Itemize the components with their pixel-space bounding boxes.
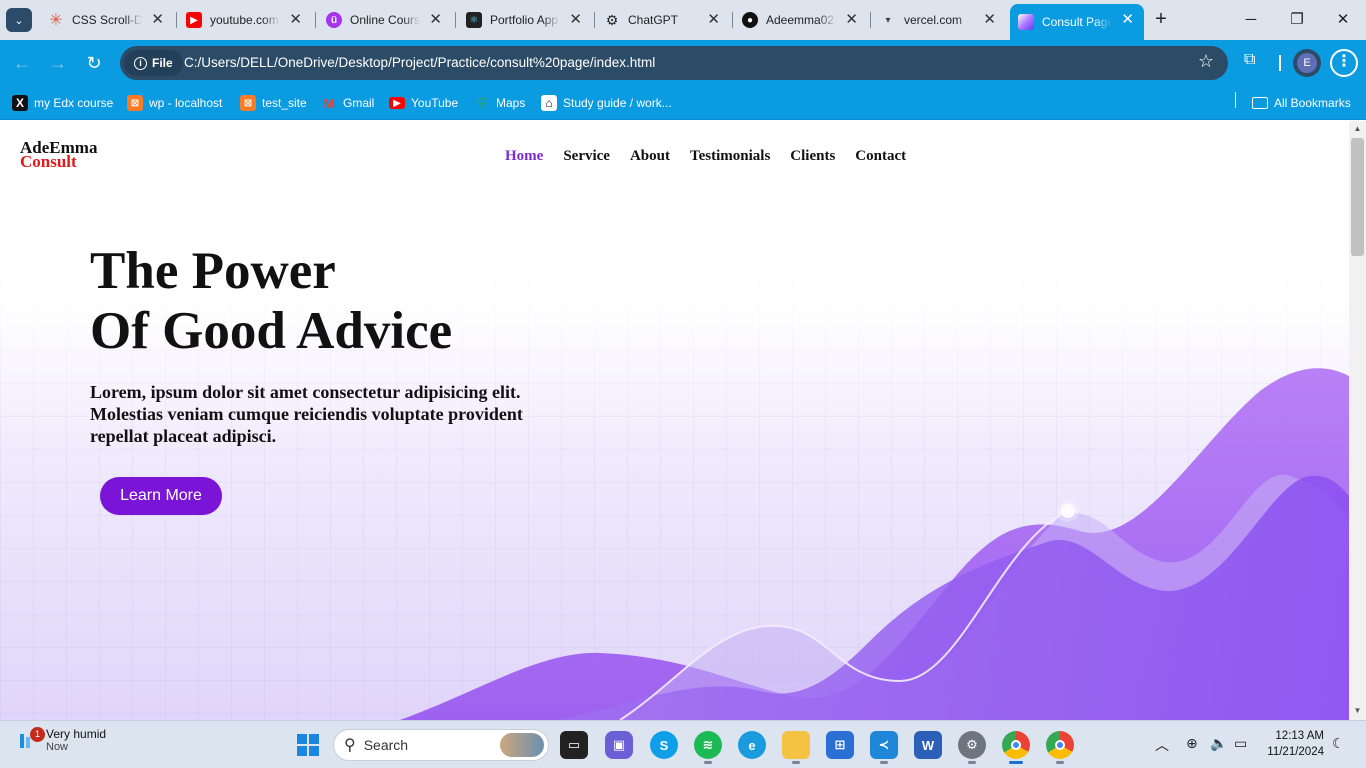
browser-tab-strip: ⌄ ✳ CSS Scroll-Dr ✕ ▶ youtube.com ✕ ü On… bbox=[0, 0, 1366, 40]
tab-online-courses[interactable]: ü Online Cours ✕ bbox=[318, 4, 452, 36]
bookmark-edx[interactable]: X my Edx course bbox=[12, 92, 113, 114]
nav-testimonials[interactable]: Testimonials bbox=[690, 148, 770, 165]
bookmarks-bar: X my Edx course ⊠ wp - localhost ⊠ test_… bbox=[0, 86, 1366, 120]
chevron-up-icon[interactable]: ︿ bbox=[1155, 735, 1169, 755]
clock[interactable]: 12:13 AM 11/21/2024 bbox=[1262, 728, 1324, 760]
nav-about[interactable]: About bbox=[630, 148, 670, 165]
close-icon[interactable]: ✕ bbox=[845, 12, 858, 27]
focus-moon-icon[interactable]: ☾ bbox=[1332, 735, 1345, 752]
volume-icon[interactable]: 🔈 bbox=[1210, 735, 1227, 752]
close-icon[interactable]: ✕ bbox=[569, 12, 582, 27]
xampp-icon: ⊠ bbox=[240, 95, 256, 111]
hero-lead-text: Lorem, ipsum dolor sit amet consectetur … bbox=[90, 382, 523, 446]
web-page: AdeEmma Consult Home Service About Testi… bbox=[0, 121, 1349, 720]
site-logo[interactable]: AdeEmma Consult bbox=[20, 139, 97, 170]
bookmark-gmail[interactable]: M Gmail bbox=[321, 92, 375, 114]
maps-icon: ⚲ bbox=[477, 95, 487, 110]
search-icon: ⚲ bbox=[344, 737, 356, 754]
scroll-up-arrow[interactable]: ▲ bbox=[1352, 124, 1363, 133]
edge-icon[interactable]: e bbox=[738, 731, 766, 759]
react-icon: ⚛ bbox=[466, 12, 482, 28]
vscode-icon[interactable]: ≺ bbox=[870, 731, 898, 764]
bookmark-maps[interactable]: ⚲ Maps bbox=[474, 92, 525, 114]
tab-chatgpt[interactable]: ⚙ ChatGPT ✕ bbox=[596, 4, 730, 36]
edx-icon: X bbox=[12, 95, 28, 111]
tab-search-button[interactable]: ⌄ bbox=[6, 8, 32, 32]
tab-portfolio-app[interactable]: ⚛ Portfolio App ✕ bbox=[458, 4, 592, 36]
learn-more-button[interactable]: Learn More bbox=[100, 477, 222, 515]
youtube-icon: ▶ bbox=[186, 12, 202, 28]
tab-vercel[interactable]: ▾ vercel.com ✕ bbox=[872, 4, 1006, 36]
back-button[interactable]: ← bbox=[10, 51, 34, 75]
windows-taskbar: 1 Very humid Now ⚲ Search ▭ ▣ S ≋ e ⊞ ≺ … bbox=[0, 720, 1366, 768]
page-icon bbox=[1018, 14, 1034, 30]
humidity-icon: 1 bbox=[16, 727, 45, 751]
chrome-icon[interactable] bbox=[1002, 731, 1030, 764]
nav-contact[interactable]: Contact bbox=[855, 148, 906, 165]
nav-home[interactable]: Home bbox=[505, 148, 543, 165]
reload-button[interactable]: ↻ bbox=[82, 51, 106, 75]
museum-icon: ⌂ bbox=[541, 95, 557, 111]
browser-toolbar: ← → ↻ i File C:/Users/DELL/OneDrive/Desk… bbox=[0, 40, 1366, 86]
weather-widget[interactable]: 1 Very humid Now bbox=[16, 727, 106, 753]
hero-heading: The Power Of Good Advice bbox=[90, 242, 453, 360]
battery-icon[interactable]: ▭ bbox=[1234, 735, 1247, 752]
site-info-chip[interactable]: i File bbox=[124, 50, 183, 76]
bookmark-star-icon[interactable]: ☆ bbox=[1198, 51, 1214, 72]
scrollbar-thumb[interactable] bbox=[1351, 138, 1364, 256]
xampp-icon: ⊠ bbox=[127, 95, 143, 111]
globe-icon[interactable]: ⊕ bbox=[1186, 735, 1198, 752]
extensions-puzzle-icon[interactable]: ⧉ bbox=[1244, 51, 1255, 69]
udemy-icon: ü bbox=[326, 12, 342, 28]
youtube-icon: ▶ bbox=[389, 97, 405, 109]
profile-avatar[interactable]: E bbox=[1293, 49, 1321, 77]
taskbar-search[interactable]: ⚲ Search bbox=[333, 729, 549, 761]
address-url[interactable]: C:/Users/DELL/OneDrive/Desktop/Project/P… bbox=[184, 55, 655, 70]
all-bookmarks-folder[interactable]: All Bookmarks bbox=[1252, 92, 1351, 114]
tab-consult-page[interactable]: Consult Page ✕ bbox=[1010, 4, 1144, 40]
task-view-icon[interactable]: ▭ bbox=[560, 731, 588, 759]
close-window-button[interactable]: ✕ bbox=[1328, 8, 1358, 32]
bookmark-test-site[interactable]: ⊠ test_site bbox=[240, 92, 307, 114]
folder-icon bbox=[1252, 97, 1268, 109]
close-icon[interactable]: ✕ bbox=[289, 12, 302, 27]
bookmark-youtube[interactable]: ▶ YouTube bbox=[389, 92, 458, 114]
spotify-icon[interactable]: ≋ bbox=[694, 731, 722, 764]
new-tab-button[interactable]: + bbox=[1148, 8, 1174, 32]
search-highlight-image bbox=[500, 733, 544, 757]
restore-button[interactable]: ❐ bbox=[1282, 8, 1312, 32]
teams-icon[interactable]: ▣ bbox=[605, 731, 633, 759]
info-icon: i bbox=[134, 56, 147, 70]
nav-service[interactable]: Service bbox=[563, 148, 610, 165]
site-nav: Home Service About Testimonials Clients … bbox=[505, 148, 906, 165]
close-icon[interactable]: ✕ bbox=[707, 12, 720, 27]
css-asterisk-icon: ✳ bbox=[49, 12, 63, 29]
vercel-icon: ▾ bbox=[885, 14, 891, 26]
word-icon[interactable]: W bbox=[914, 731, 942, 759]
store-icon[interactable]: ⊞ bbox=[826, 731, 854, 759]
close-icon[interactable]: ✕ bbox=[983, 12, 996, 27]
chatgpt-icon: ⚙ bbox=[605, 11, 619, 28]
tab-css-scroll[interactable]: ✳ CSS Scroll-Dr ✕ bbox=[40, 4, 174, 36]
close-icon[interactable]: ✕ bbox=[1121, 12, 1134, 27]
scroll-down-arrow[interactable]: ▼ bbox=[1352, 706, 1363, 715]
settings-icon[interactable]: ⚙ bbox=[958, 731, 986, 764]
file-explorer-icon[interactable] bbox=[782, 731, 810, 764]
bookmark-wp-localhost[interactable]: ⊠ wp - localhost bbox=[127, 92, 222, 114]
gmail-icon: M bbox=[323, 95, 335, 111]
github-icon: ● bbox=[742, 12, 758, 28]
tab-github[interactable]: ● Adeemma02 ✕ bbox=[734, 4, 868, 36]
close-icon[interactable]: ✕ bbox=[151, 12, 164, 27]
address-bar[interactable]: i File C:/Users/DELL/OneDrive/Desktop/Pr… bbox=[120, 46, 1228, 80]
chrome-profile-icon[interactable] bbox=[1046, 731, 1074, 764]
windows-start-icon[interactable] bbox=[294, 731, 322, 759]
bookmark-study-guide[interactable]: ⌂ Study guide / work... bbox=[541, 92, 672, 114]
close-icon[interactable]: ✕ bbox=[429, 12, 442, 27]
forward-button[interactable]: → bbox=[46, 51, 70, 75]
tab-youtube[interactable]: ▶ youtube.com ✕ bbox=[178, 4, 312, 36]
nav-clients[interactable]: Clients bbox=[790, 148, 835, 165]
skype-icon[interactable]: S bbox=[650, 731, 678, 759]
minimize-button[interactable]: ─ bbox=[1236, 8, 1266, 32]
browser-menu-button[interactable]: ⋮ bbox=[1330, 49, 1358, 77]
